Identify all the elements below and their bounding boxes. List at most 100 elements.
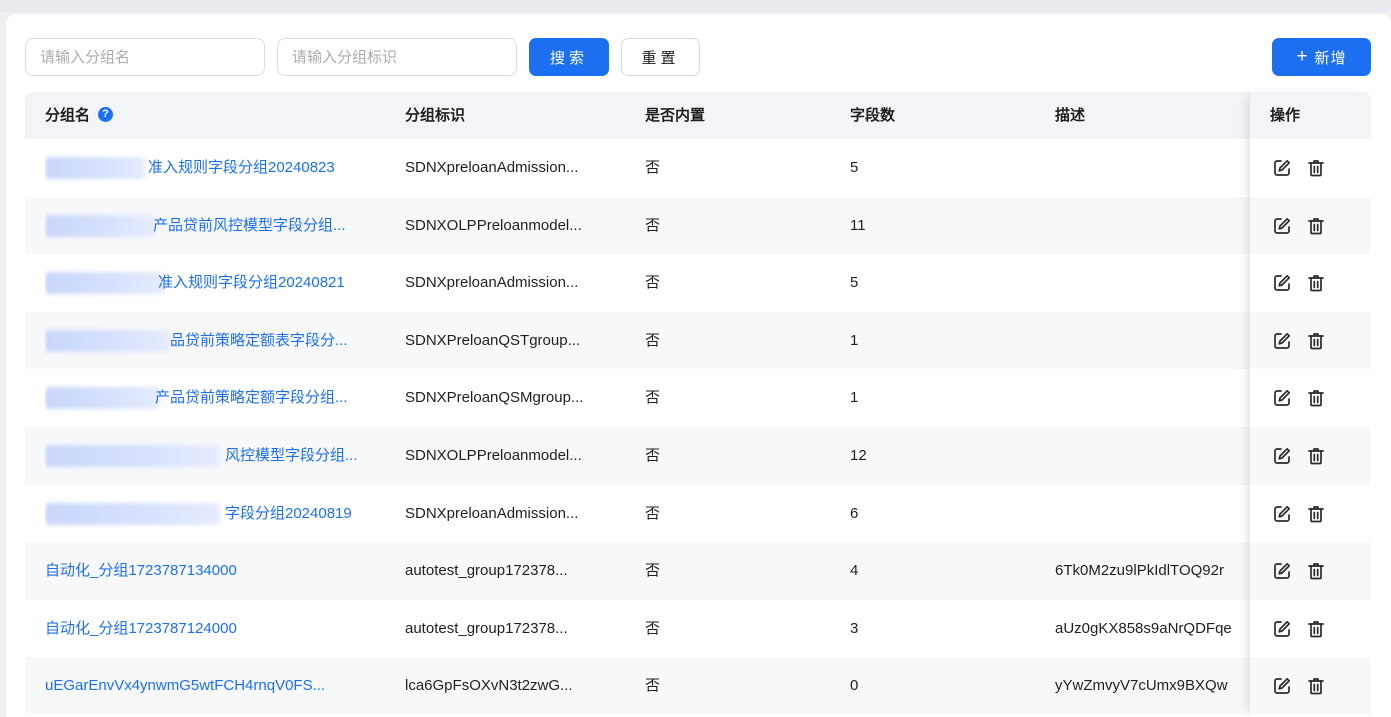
header-group-name-label: 分组名	[45, 107, 91, 124]
row-operations	[1250, 254, 1371, 312]
edit-icon[interactable]	[1272, 273, 1292, 293]
table-row: 准入规则字段分组20240821 SDNXpreloanAdmission... 否…	[25, 254, 1371, 312]
field-count-cell: 6	[850, 504, 859, 522]
redacted-text	[45, 445, 220, 467]
add-button[interactable]: + 新增	[1272, 38, 1371, 76]
operations-column: 操作	[1250, 92, 1371, 717]
top-strip	[0, 0, 1391, 12]
header-group-name: 分组名?	[45, 92, 114, 139]
field-count-cell: 12	[850, 447, 867, 464]
group-ident-cell: SDNXPreloanQSTgroup...	[405, 331, 581, 349]
group-ident-cell: autotest_group172378...	[405, 562, 568, 580]
group-name-link[interactable]: 产品贷前策略定额字段分组...	[45, 369, 375, 427]
redacted-text	[45, 387, 160, 410]
row-operations	[1250, 600, 1371, 658]
table-row: 字段分组20240819 SDNXpreloanAdmission... 否 6	[25, 485, 1371, 543]
header-field-count: 字段数	[850, 107, 896, 124]
row-operations	[1250, 139, 1371, 197]
trash-icon[interactable]	[1306, 388, 1326, 408]
search-toolbar: 搜索 重置 + 新增	[6, 14, 1391, 90]
group-ident-input[interactable]	[277, 38, 517, 76]
edit-icon[interactable]	[1272, 446, 1292, 466]
trash-icon[interactable]	[1306, 273, 1326, 293]
edit-icon[interactable]	[1272, 561, 1292, 581]
field-count-cell: 1	[850, 389, 859, 407]
row-operations	[1250, 485, 1371, 543]
redacted-text	[45, 214, 155, 237]
trash-icon[interactable]	[1306, 216, 1326, 236]
description-cell	[1055, 139, 1250, 197]
edit-icon[interactable]	[1272, 388, 1292, 408]
builtin-cell: 否	[645, 677, 661, 695]
trash-icon[interactable]	[1306, 619, 1326, 639]
group-name-text: 准入规则字段分组20240823	[148, 159, 335, 176]
description-cell: yYwZmvyV7cUmx9BXQw	[1055, 677, 1228, 695]
question-circle-icon[interactable]: ?	[98, 107, 114, 123]
table-row: 自动化_分组1723787134000 autotest_group172378.…	[25, 542, 1371, 600]
group-ident-cell: autotest_group172378...	[405, 619, 568, 637]
description-cell	[1055, 427, 1250, 485]
field-count-cell: 3	[850, 619, 859, 637]
table-row: 产品贷前风控模型字段分组... SDNXOLPPreloanmodel... 否 11	[25, 196, 1371, 255]
group-name-link[interactable]: 产品贷前风控模型字段分组...	[45, 197, 375, 255]
field-count-cell: 11	[850, 216, 866, 234]
edit-icon[interactable]	[1272, 158, 1292, 178]
group-name-link[interactable]: 风控模型字段分组...	[45, 427, 375, 485]
edit-icon[interactable]	[1272, 216, 1292, 236]
builtin-cell: 否	[645, 562, 661, 580]
builtin-cell: 否	[645, 159, 661, 176]
redacted-text	[45, 502, 220, 525]
group-ident-cell: SDNXOLPPreloanmodel...	[405, 216, 582, 234]
builtin-cell: 否	[645, 216, 661, 234]
header-description: 描述	[1055, 107, 1086, 124]
table-header: 分组名? 分组标识 是否内置 字段数 描述	[25, 92, 1371, 139]
row-operations	[1250, 427, 1371, 485]
table-row: 自动化_分组1723787124000 autotest_group172378.…	[25, 600, 1371, 658]
builtin-cell: 否	[645, 447, 661, 464]
group-name-link[interactable]: uEGarEnvVx4ynwmG5wtFCH4rnqV0FS...	[45, 657, 375, 715]
group-name-link[interactable]: 自动化_分组1723787134000	[45, 542, 375, 600]
row-operations	[1250, 369, 1371, 427]
trash-icon[interactable]	[1306, 504, 1326, 524]
description-cell	[1055, 485, 1250, 543]
edit-icon[interactable]	[1272, 676, 1292, 696]
redacted-text	[45, 272, 165, 295]
group-name-link[interactable]: 准入规则字段分组20240823	[45, 139, 375, 197]
row-operations	[1250, 657, 1371, 715]
search-button[interactable]: 搜索	[529, 38, 609, 76]
description-cell	[1055, 312, 1250, 370]
redacted-text	[45, 157, 145, 179]
edit-icon[interactable]	[1272, 504, 1292, 524]
description-cell	[1055, 254, 1250, 312]
reset-button[interactable]: 重置	[621, 38, 700, 76]
edit-icon[interactable]	[1272, 619, 1292, 639]
description-cell: 6Tk0M2zu9lPkIdlTOQ92r	[1055, 562, 1224, 580]
description-cell: aUz0gKX858s9aNrQDFqe	[1055, 619, 1232, 637]
group-name-link[interactable]: 字段分组20240819	[45, 485, 375, 543]
table-row: 风控模型字段分组... SDNXOLPPreloanmodel... 否 12	[25, 427, 1371, 485]
group-ident-cell: SDNXpreloanAdmission...	[405, 159, 579, 176]
trash-icon[interactable]	[1306, 676, 1326, 696]
trash-icon[interactable]	[1306, 331, 1326, 351]
trash-icon[interactable]	[1306, 561, 1326, 581]
builtin-cell: 否	[645, 504, 661, 522]
add-button-label: 新增	[1314, 49, 1347, 67]
edit-icon[interactable]	[1272, 331, 1292, 351]
row-operations	[1250, 542, 1371, 600]
builtin-cell: 否	[645, 619, 661, 637]
group-name-text: 产品贷前策略定额字段分组...	[155, 389, 348, 407]
group-ident-cell: SDNXpreloanAdmission...	[405, 504, 579, 522]
group-name-link[interactable]: 准入规则字段分组20240821	[45, 254, 375, 312]
group-name-link[interactable]: 自动化_分组1723787124000	[45, 600, 375, 658]
trash-icon[interactable]	[1306, 158, 1326, 178]
field-count-cell: 5	[850, 159, 859, 176]
row-operations	[1250, 196, 1371, 255]
group-name-link[interactable]: 品贷前策略定额表字段分...	[45, 312, 375, 370]
group-name-input[interactable]	[25, 38, 265, 76]
group-ident-cell: SDNXOLPPreloanmodel...	[405, 447, 582, 464]
group-table: 分组名? 分组标识 是否内置 字段数 描述 准入规则字段分组20240823 SD…	[25, 92, 1371, 717]
trash-icon[interactable]	[1306, 446, 1326, 466]
row-operations	[1250, 311, 1371, 370]
builtin-cell: 否	[645, 331, 661, 349]
group-ident-cell: SDNXPreloanQSMgroup...	[405, 389, 584, 407]
